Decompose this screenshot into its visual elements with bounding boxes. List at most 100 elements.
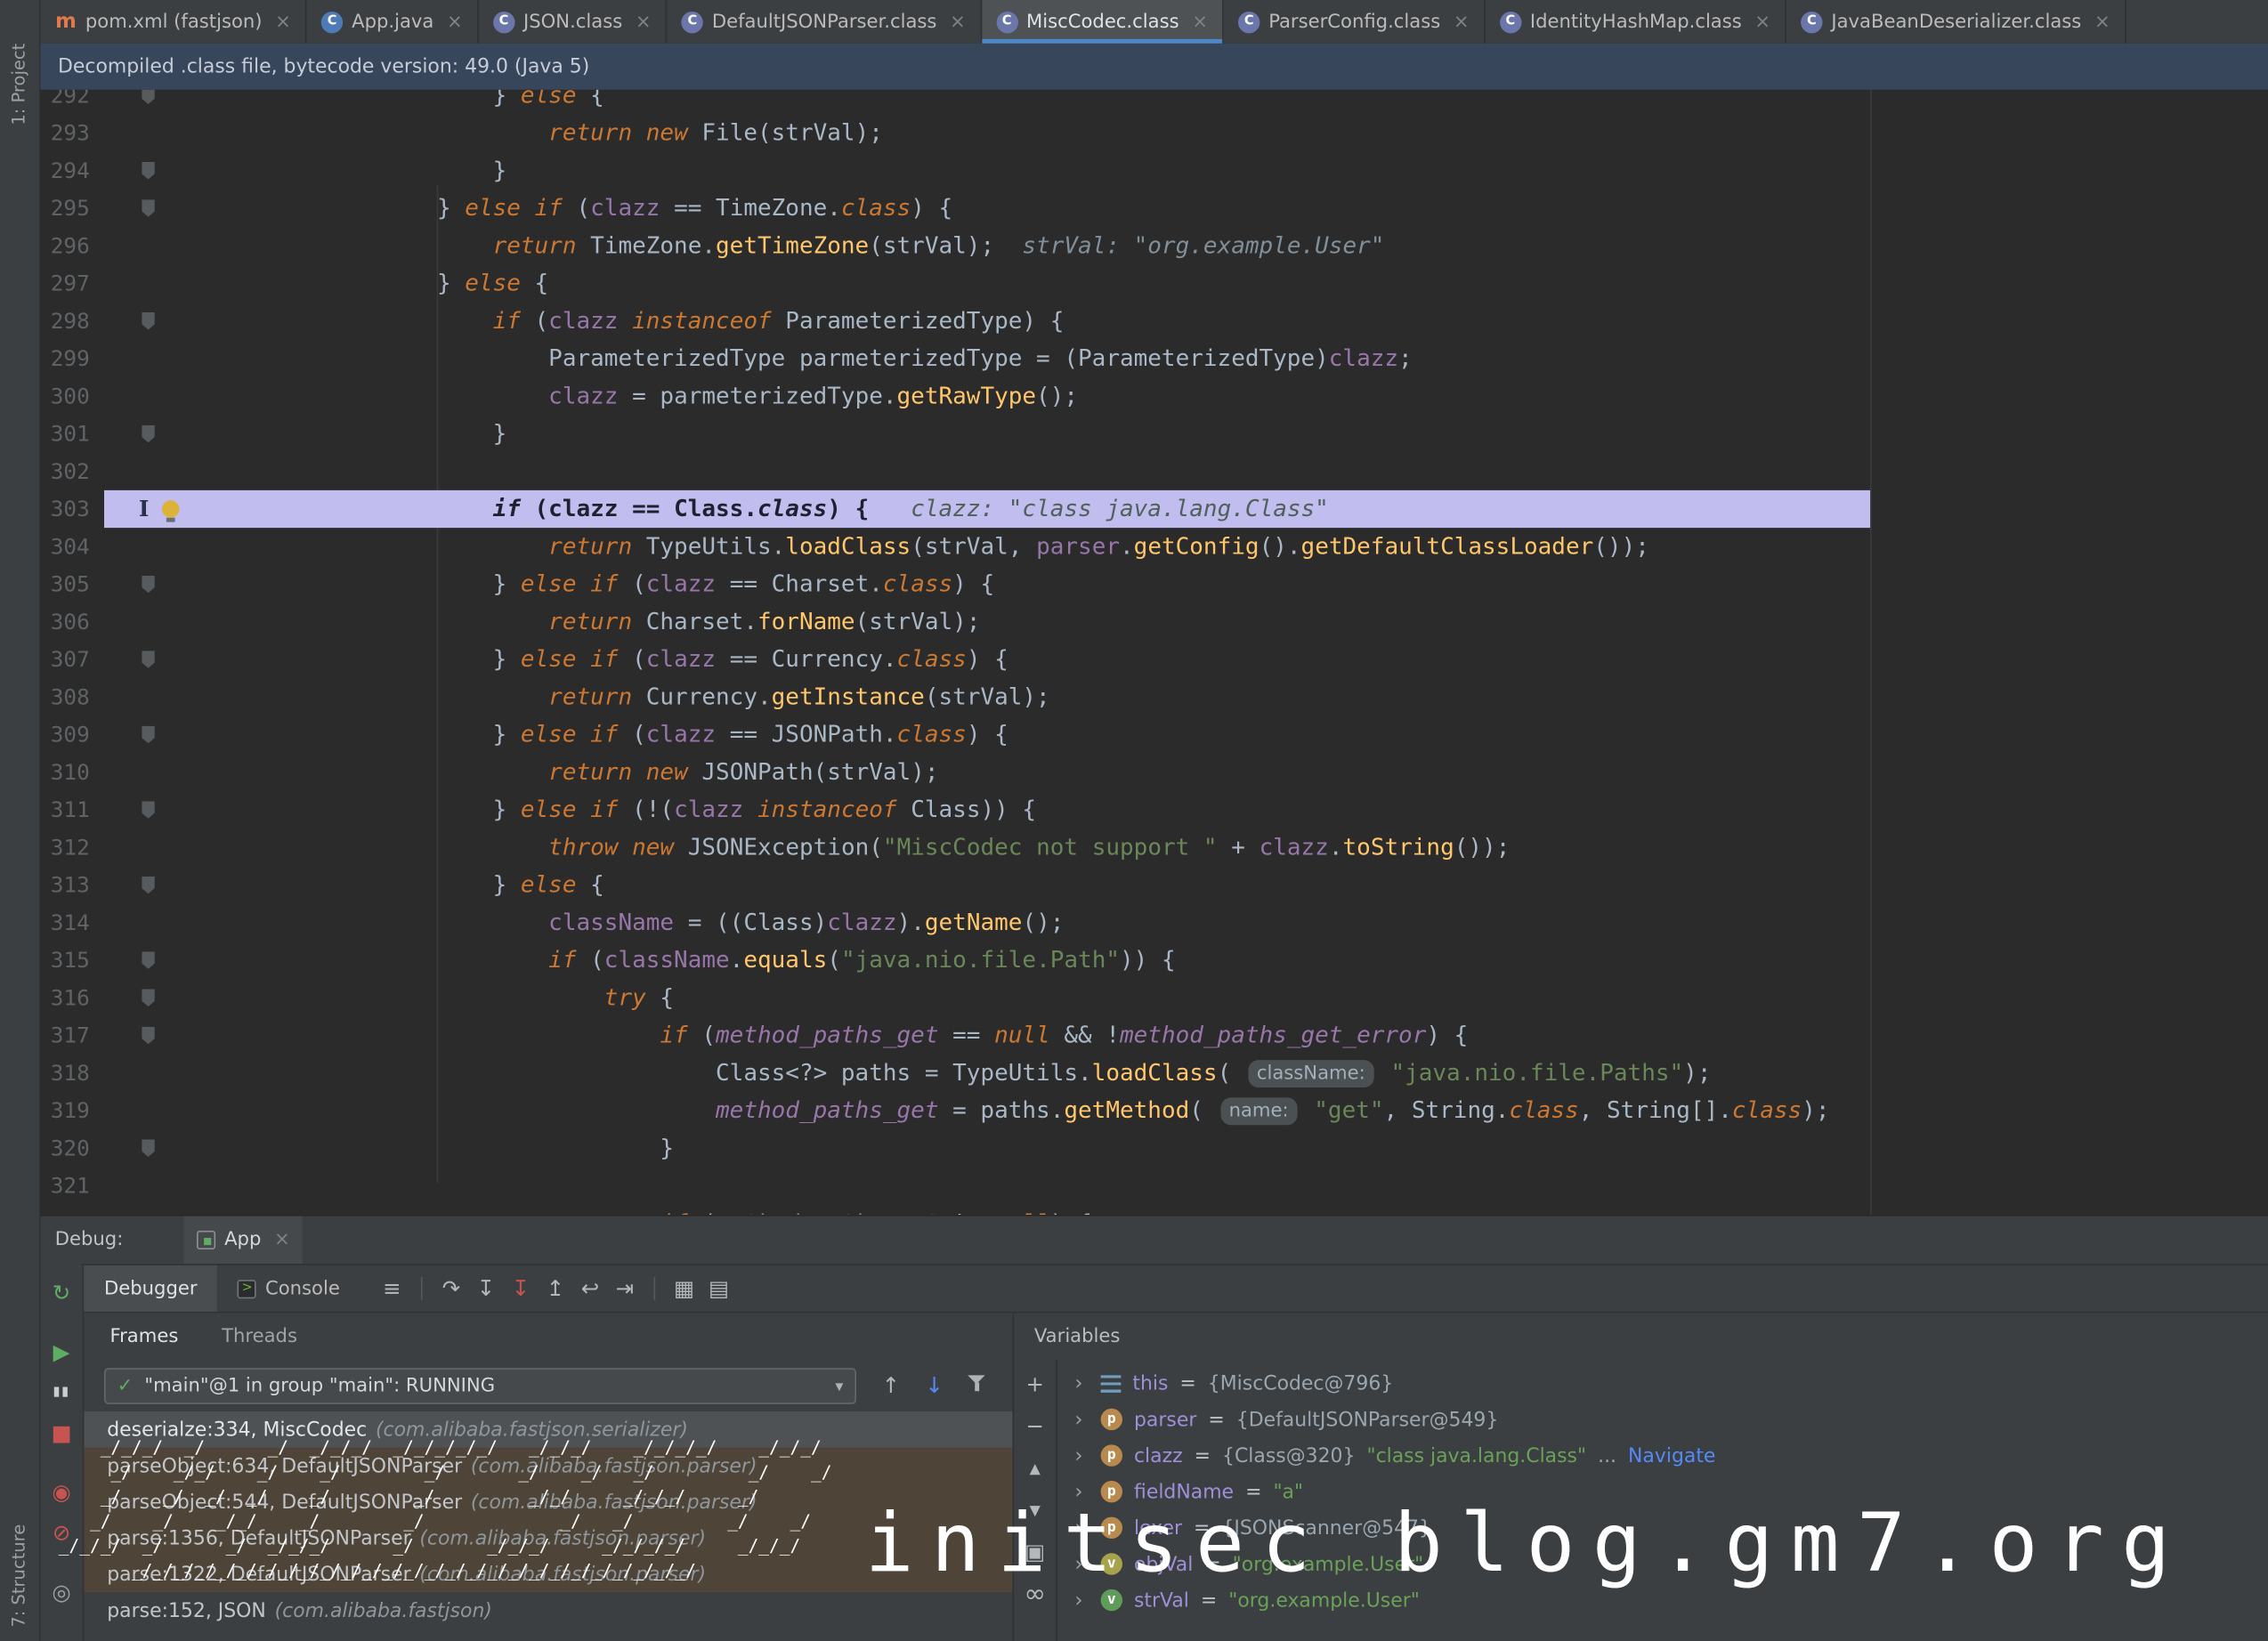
code-line[interactable]: 317 if (method_paths_get == null && !met… [41,1016,2268,1054]
tool-window-button-structure[interactable]: 7: Structure [9,1524,29,1627]
stack-frame[interactable]: parseObject:544, DefaultJSONParser (com.… [84,1483,1012,1520]
code-line[interactable]: 297 } else { [41,264,2268,302]
close-icon[interactable]: × [636,11,652,32]
line-number[interactable]: 318 [41,1055,105,1092]
tab-threads[interactable]: Threads [222,1325,297,1346]
code-line[interactable]: 304 return TypeUtils.loadClass(strVal, p… [41,528,2268,565]
chevron-right-icon[interactable]: › [1074,1408,1089,1431]
code-line[interactable]: 316 try { [41,979,2268,1016]
tab-frames[interactable]: Frames [110,1325,179,1346]
line-number[interactable]: 317 [41,1016,105,1054]
editor-tab[interactable]: CParserConfig.class× [1224,0,1486,44]
editor-tab[interactable]: CApp.java× [307,0,479,44]
mute-breakpoints-icon[interactable]: ⊘ [45,1517,79,1549]
line-number[interactable]: 315 [41,942,105,979]
move-up-icon[interactable]: ▴ [1017,1455,1052,1481]
gutter-marker[interactable] [104,152,215,190]
code-line[interactable]: 320 } [41,1129,2268,1167]
resume-icon[interactable]: ▶ [45,1337,79,1369]
stack-frame[interactable]: parse:152, JSON (com.alibaba.fastjson) [84,1592,1012,1629]
gutter-marker[interactable] [104,1055,215,1092]
evaluate-expression-icon[interactable]: ▦ [667,1273,701,1305]
editor-tab[interactable]: CJSON.class× [479,0,668,44]
tool-window-button-project[interactable]: 1: Project [9,44,29,125]
code-line[interactable]: 306 return Charset.forName(strVal); [41,603,2268,641]
step-out-icon[interactable]: ↥ [538,1273,572,1305]
view-breakpoints-icon[interactable]: ◉ [45,1476,79,1508]
debug-tab-debugger[interactable]: Debugger [84,1265,217,1312]
chevron-right-icon[interactable]: › [1074,1516,1089,1540]
pause-icon[interactable]: ▮▮ [45,1377,79,1409]
line-number[interactable]: 299 [41,340,105,377]
gutter-marker[interactable] [104,791,215,829]
close-icon[interactable]: × [950,11,966,32]
gutter-marker[interactable] [104,866,215,903]
gutter-marker[interactable] [104,303,215,340]
code-line[interactable]: 312 throw new JSONException("MiscCodec n… [41,829,2268,866]
gutter-marker[interactable] [104,453,215,490]
line-number[interactable]: 301 [41,415,105,452]
gutter-marker[interactable] [104,415,215,452]
gutter-marker[interactable] [104,377,215,415]
watch-glasses-icon[interactable]: ∞ [1017,1580,1052,1606]
line-number[interactable]: 293 [41,114,105,151]
line-number[interactable]: 307 [41,641,105,678]
debug-tab-console[interactable]: >Console [217,1265,360,1312]
gutter-marker[interactable] [104,340,215,377]
code-line[interactable]: 310 return new JSONPath(strVal); [41,754,2268,791]
variable-row[interactable]: ›this = {MiscCodec@796} [1057,1365,2268,1402]
line-number[interactable]: 322 [41,1205,105,1215]
chevron-down-icon[interactable]: ▾ [835,1376,843,1394]
code-line[interactable]: 318 Class<?> paths = TypeUtils.loadClass… [41,1055,2268,1092]
gutter-marker[interactable] [104,227,215,264]
line-number[interactable]: 316 [41,979,105,1016]
copy-icon[interactable]: ▣ [1017,1539,1052,1564]
code-line[interactable]: 305 } else if (clazz == Charset.class) { [41,565,2268,602]
run-to-cursor-icon[interactable]: ⇥ [607,1273,642,1305]
gutter-marker[interactable] [104,1167,215,1204]
gutter-marker[interactable] [104,942,215,979]
close-icon[interactable]: × [274,1229,290,1250]
gutter-marker[interactable] [104,264,215,302]
remove-icon[interactable]: − [1017,1413,1052,1439]
menu-icon[interactable]: ≡ [375,1273,409,1305]
code-line[interactable]: 301 } [41,415,2268,452]
chevron-right-icon[interactable]: › [1074,1480,1089,1503]
gutter-marker[interactable] [104,904,215,942]
line-number[interactable]: 308 [41,678,105,715]
settings-icon[interactable]: ◎ [45,1576,79,1608]
code-line[interactable]: 319 method_paths_get = paths.getMethod( … [41,1092,2268,1129]
gutter-marker[interactable] [104,715,215,753]
code-line[interactable]: 303I if (clazz == Class.class) { clazz: … [41,490,2268,528]
line-number[interactable]: 294 [41,152,105,190]
code-line[interactable]: 309 } else if (clazz == JSONPath.class) … [41,715,2268,753]
gutter-marker[interactable] [104,829,215,866]
chevron-right-icon[interactable]: › [1074,1552,1089,1575]
chevron-right-icon[interactable]: › [1074,1444,1089,1467]
variable-row[interactable]: ›plexer = {JSONScanner@547} [1057,1510,2268,1547]
code-line[interactable]: 300 clazz = parmeterizedType.getRawType(… [41,377,2268,415]
line-number[interactable]: 306 [41,603,105,641]
gutter-marker[interactable] [104,1129,215,1167]
editor-tab[interactable]: CMiscCodec.class× [982,0,1224,44]
code-line[interactable]: 322 if (method_paths_get != null) { [41,1205,2268,1215]
gutter-marker[interactable] [104,1092,215,1129]
line-number[interactable]: 320 [41,1129,105,1167]
gutter-marker[interactable] [104,678,215,715]
gutter-marker[interactable] [104,190,215,227]
close-icon[interactable]: × [2094,11,2110,32]
variable-row[interactable]: ›pfieldName = "a" [1057,1474,2268,1510]
gutter-marker[interactable] [104,754,215,791]
rerun-icon[interactable]: ↻ [45,1277,79,1309]
code-line[interactable]: 299 ParameterizedType parmeterizedType =… [41,340,2268,377]
force-step-into-icon[interactable]: ↧ [503,1273,538,1305]
stack-frame[interactable]: parseObject:634, DefaultJSONParser (com.… [84,1448,1012,1484]
chevron-right-icon[interactable]: › [1074,1371,1089,1394]
gutter-marker[interactable] [104,979,215,1016]
drop-frame-icon[interactable]: ↩ [572,1273,607,1305]
code-line[interactable]: 308 return Currency.getInstance(strVal); [41,678,2268,715]
code-line[interactable]: 313 } else { [41,866,2268,903]
variable-row[interactable]: ›vobjVal = "org.example.User" [1057,1546,2268,1582]
line-number[interactable]: 298 [41,303,105,340]
line-number[interactable]: 319 [41,1092,105,1129]
